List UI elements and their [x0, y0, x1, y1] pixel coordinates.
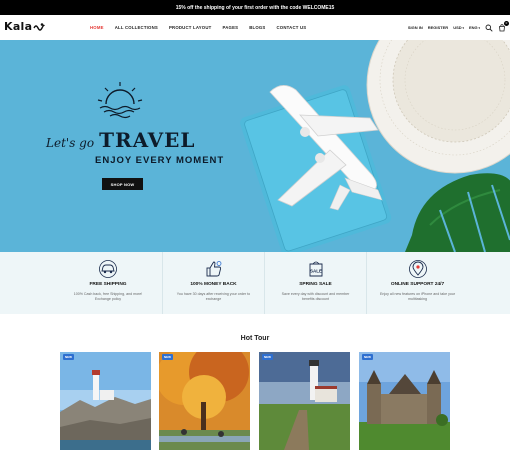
hero-script-text: Let's go: [46, 136, 95, 150]
new-badge: NEW: [262, 354, 273, 360]
language-select[interactable]: ENG ▾: [469, 25, 480, 30]
language-value: ENG: [468, 25, 478, 30]
tour-image-castle: [359, 352, 450, 450]
feature-desc: Save every day with discount and member …: [281, 292, 350, 301]
new-badge: NEW: [63, 354, 74, 360]
announcement-bar: 15% off the shipping of your first order…: [0, 0, 510, 15]
feature-desc: Enjoy all new features on iPhone and tak…: [379, 292, 456, 301]
hero-title: Let's go TRAVEL: [46, 128, 195, 152]
feature-desc: You have 30 days after receiving your or…: [176, 292, 251, 301]
nav-item-product-layout[interactable]: PRODUCT LAYOUT: [169, 25, 212, 30]
hot-tour-grid: NEW NEW NEW NEW: [60, 352, 450, 450]
sun-waves-icon: [97, 82, 143, 119]
feature-title: FREE SHIPPING: [89, 282, 127, 287]
monstera-leaf-image: [405, 173, 510, 252]
main-nav: HOME ALL COLLECTIONS PRODUCT LAYOUT PAGE…: [90, 15, 306, 40]
car-icon: [54, 260, 162, 278]
sale-tag-icon: SALE: [265, 260, 366, 278]
chevron-down-icon: ▾: [461, 26, 464, 30]
tour-card[interactable]: NEW: [259, 352, 350, 450]
new-badge: NEW: [362, 354, 373, 360]
sign-in-link[interactable]: SIGN IN: [408, 25, 423, 30]
cart-icon[interactable]: 0: [498, 20, 509, 32]
feature-spring-sale: SALE SPRING SALE Save every day with dis…: [264, 252, 366, 314]
chevron-down-icon: ▾: [477, 26, 480, 30]
search-icon[interactable]: [485, 24, 493, 32]
thumbs-up-icon: [163, 260, 264, 278]
site-header: Kala HOME ALL COLLECTIONS PRODUCT LAYOUT…: [0, 15, 510, 40]
feature-money-back: 100% MONEY BACK You have 30 days after r…: [162, 252, 264, 314]
logo-text: Kala: [4, 20, 33, 33]
feature-online-support: ONLINE SUPPORT 24/7 Enjoy all new featur…: [366, 252, 468, 314]
hero-big-text: TRAVEL: [99, 128, 196, 152]
hero-banner: Let's go TRAVEL ENJOY EVERY MOMENT SHOP …: [0, 40, 510, 252]
hero-subtitle: ENJOY EVERY MOMENT: [95, 155, 225, 166]
feature-free-shipping: FREE SHIPPING 100% Cash back, free Shipp…: [54, 252, 162, 314]
cart-count-badge: 0: [504, 20, 509, 26]
nav-item-contact-us[interactable]: CONTACT US: [277, 25, 307, 30]
nav-item-home[interactable]: HOME: [90, 25, 104, 30]
feature-title: 100% MONEY BACK: [190, 282, 237, 287]
section-title-hot-tour: Hot Tour: [240, 335, 270, 342]
header-actions: SIGN IN REGISTER USD ▾ ENG ▾ 0: [408, 15, 509, 40]
tour-image-lighthouse-path: [259, 352, 350, 450]
tour-image-autumn-park: [159, 352, 250, 450]
register-link[interactable]: REGISTER: [428, 25, 448, 30]
tour-image-lighthouse-rocks: [60, 352, 151, 450]
nav-item-all-collections[interactable]: ALL COLLECTIONS: [115, 25, 158, 30]
features-strip: FREE SHIPPING 100% Cash back, free Shipp…: [0, 252, 510, 314]
shop-now-button[interactable]: SHOP NOW: [102, 178, 143, 190]
announcement-text: 15% off the shipping of your first order…: [175, 4, 335, 11]
currency-value: USD: [453, 25, 462, 30]
nav-item-blogs[interactable]: BLOGS: [249, 25, 265, 30]
svg-text:SALE: SALE: [309, 269, 321, 274]
logo[interactable]: Kala: [4, 20, 46, 33]
feature-title: ONLINE SUPPORT 24/7: [390, 282, 445, 287]
nav-item-pages[interactable]: PAGES: [222, 25, 238, 30]
feature-desc: 100% Cash back, free Shipping, and more!…: [73, 292, 143, 301]
logo-wave-icon: [33, 22, 46, 31]
new-badge: NEW: [162, 354, 173, 360]
tour-card[interactable]: NEW: [359, 352, 450, 450]
feature-title: SPRING SALE: [299, 282, 332, 287]
currency-select[interactable]: USD ▾: [453, 25, 464, 30]
location-pin-icon: [367, 260, 468, 278]
tour-card[interactable]: NEW: [159, 352, 250, 450]
straw-hat-image: [366, 40, 510, 174]
tour-card[interactable]: NEW: [60, 352, 151, 450]
